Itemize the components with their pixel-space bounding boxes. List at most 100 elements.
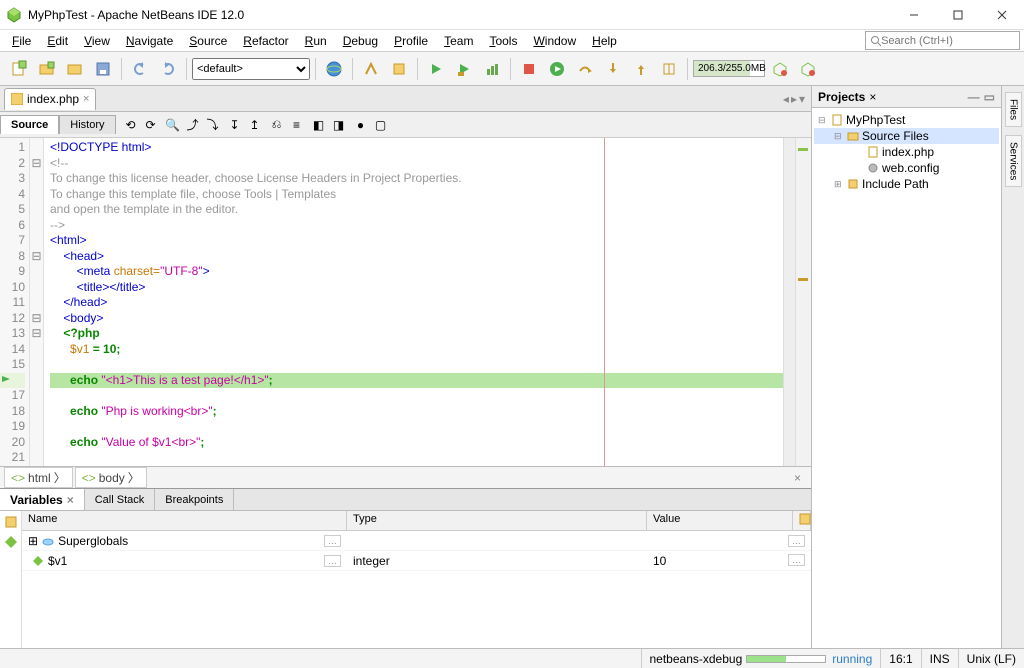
run-config-dropdown[interactable]: <default> <box>192 58 310 80</box>
editor-toolbar-btn-14[interactable]: ◨ <box>330 116 348 134</box>
plugin-icon-2[interactable] <box>795 56 821 82</box>
call-stack-tab[interactable]: Call Stack <box>85 489 156 510</box>
save-all-button[interactable] <box>90 56 116 82</box>
code-line-12[interactable]: <body> <box>50 311 783 327</box>
code-line-8[interactable]: <head> <box>50 249 783 265</box>
variables-tab[interactable]: Variables× <box>0 489 85 510</box>
clean-build-button[interactable] <box>386 56 412 82</box>
code-line-17[interactable] <box>50 388 783 404</box>
editor-scrollbar[interactable] <box>795 138 811 466</box>
editor-toolbar-btn-16[interactable]: ● <box>352 116 370 134</box>
projects-menu-icon[interactable]: ▭ <box>984 90 995 104</box>
new-watch-icon[interactable] <box>4 515 18 529</box>
code-line-16[interactable]: echo "<h1>This is a test page!</h1>"; <box>50 373 783 389</box>
menu-profile[interactable]: Profile <box>386 32 436 50</box>
error-stripe[interactable] <box>783 138 795 466</box>
code-line-14[interactable]: $v1 = 10; <box>50 342 783 358</box>
menu-refactor[interactable]: Refactor <box>235 32 296 50</box>
col-header-name[interactable]: Name <box>22 511 347 530</box>
minimize-button[interactable] <box>892 0 936 30</box>
run-to-cursor-button[interactable] <box>656 56 682 82</box>
menu-file[interactable]: File <box>4 32 39 50</box>
projects-minimize-icon[interactable]: — <box>968 90 980 104</box>
col-header-value[interactable]: Value <box>647 511 793 530</box>
watch-diamond-icon[interactable] <box>4 535 18 549</box>
editor-toolbar-btn-0[interactable]: ⟲ <box>122 116 140 134</box>
col-menu-icon[interactable] <box>793 511 811 530</box>
maximize-button[interactable] <box>936 0 980 30</box>
build-button[interactable] <box>358 56 384 82</box>
step-over-button[interactable] <box>572 56 598 82</box>
open-project-button[interactable] <box>62 56 88 82</box>
editor-toolbar-btn-3[interactable]: 🔍 <box>164 116 182 134</box>
editor-toolbar-btn-13[interactable]: ◧ <box>310 116 328 134</box>
step-out-button[interactable] <box>628 56 654 82</box>
code-line-3[interactable]: To change this license header, choose Li… <box>50 171 783 187</box>
code-line-6[interactable]: --> <box>50 218 783 234</box>
menu-view[interactable]: View <box>76 32 118 50</box>
code-line-21[interactable] <box>50 450 783 466</box>
quick-search-input[interactable] <box>881 35 1015 47</box>
continue-button[interactable] <box>544 56 570 82</box>
tree-item-myphptest[interactable]: ⊟MyPhpTest <box>814 112 999 128</box>
code-line-7[interactable]: <html> <box>50 233 783 249</box>
menu-navigate[interactable]: Navigate <box>118 32 181 50</box>
browser-button[interactable] <box>321 56 347 82</box>
code-line-10[interactable]: <title></title> <box>50 280 783 296</box>
editor-toolbar-btn-10[interactable]: ⎌ <box>268 116 286 134</box>
code-line-1[interactable]: <!DOCTYPE html> <box>50 140 783 156</box>
editor-toolbar-btn-1[interactable]: ⟳ <box>142 116 160 134</box>
new-file-button[interactable] <box>6 56 32 82</box>
editor-tab-index-php[interactable]: index.php × <box>4 88 96 110</box>
code-line-2[interactable]: <!-- <box>50 156 783 172</box>
run-button[interactable] <box>423 56 449 82</box>
tab-menu-icon[interactable]: ▾ <box>799 92 805 106</box>
step-into-button[interactable] <box>600 56 626 82</box>
rail-services[interactable]: Services <box>1005 135 1022 187</box>
breadcrumb-html[interactable]: <>html〉 <box>4 467 73 488</box>
debug-button[interactable] <box>451 56 477 82</box>
menu-debug[interactable]: Debug <box>335 32 386 50</box>
plugin-icon-1[interactable] <box>767 56 793 82</box>
col-header-type[interactable]: Type <box>347 511 647 530</box>
redo-button[interactable] <box>155 56 181 82</box>
breadcrumb-body[interactable]: <>body〉 <box>75 467 147 488</box>
line-ending[interactable]: Unix (LF) <box>958 649 1024 668</box>
code-line-22[interactable]: ?> <box>50 466 783 467</box>
history-tab[interactable]: History <box>59 115 115 134</box>
tree-item-web-config[interactable]: web.config <box>814 160 999 176</box>
editor-toolbar-btn-7[interactable]: ↧ <box>226 116 244 134</box>
menu-edit[interactable]: Edit <box>39 32 76 50</box>
tab-prev-icon[interactable]: ◂ <box>783 92 789 106</box>
editor-toolbar-btn-8[interactable]: ↥ <box>246 116 264 134</box>
tab-next-icon[interactable]: ▸ <box>791 92 797 106</box>
menu-help[interactable]: Help <box>584 32 625 50</box>
code-line-5[interactable]: and open the template in the editor. <box>50 202 783 218</box>
undo-button[interactable] <box>127 56 153 82</box>
code-line-9[interactable]: <meta charset="UTF-8"> <box>50 264 783 280</box>
editor-toolbar-btn-5[interactable]: ⤵ <box>204 116 222 134</box>
breadcrumb-close-icon[interactable]: × <box>788 471 807 485</box>
code-line-19[interactable] <box>50 419 783 435</box>
var-row-v1[interactable]: $v1…integer10… <box>22 551 811 571</box>
editor-toolbar-btn-17[interactable]: ▢ <box>372 116 390 134</box>
breakpoints-tab[interactable]: Breakpoints <box>155 489 234 510</box>
projects-close-icon[interactable]: × <box>869 90 876 104</box>
menu-tools[interactable]: Tools <box>481 32 525 50</box>
insert-mode[interactable]: INS <box>921 649 958 668</box>
code-line-13[interactable]: <?php <box>50 326 783 342</box>
tree-item-index-php[interactable]: index.php <box>814 144 999 160</box>
code-editor[interactable]: 123456789101112131415171819202122 ⊟⊟⊟⊟ <… <box>0 138 811 466</box>
code-line-20[interactable]: echo "Value of $v1<br>"; <box>50 435 783 451</box>
source-tab[interactable]: Source <box>0 115 59 134</box>
caret-position[interactable]: 16:1 <box>880 649 920 668</box>
close-button[interactable] <box>980 0 1024 30</box>
editor-toolbar-btn-11[interactable]: ≡ <box>288 116 306 134</box>
menu-source[interactable]: Source <box>181 32 235 50</box>
menu-run[interactable]: Run <box>297 32 335 50</box>
rail-files[interactable]: Files <box>1005 92 1022 127</box>
stop-button[interactable] <box>516 56 542 82</box>
close-tab-icon[interactable]: × <box>83 93 89 105</box>
menu-team[interactable]: Team <box>436 32 481 50</box>
tree-item-source-files[interactable]: ⊟Source Files <box>814 128 999 144</box>
